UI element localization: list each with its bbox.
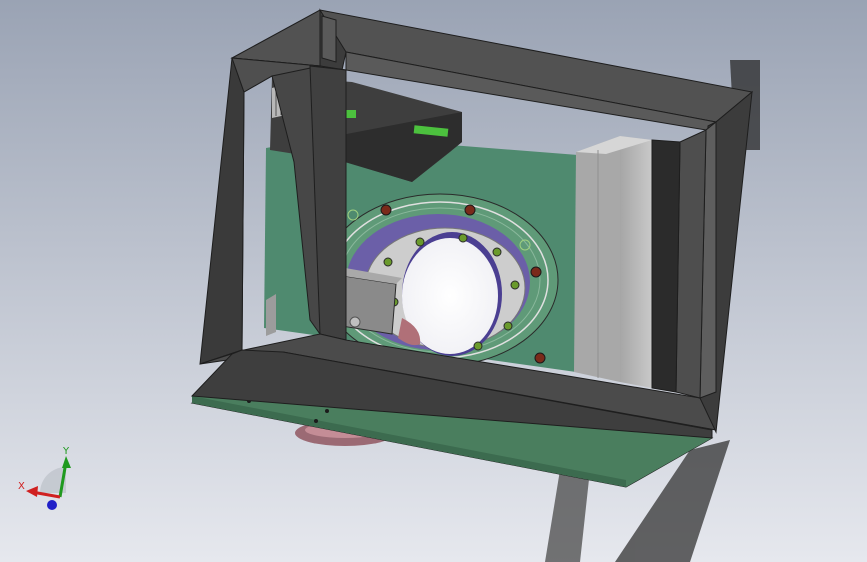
side-bracket: [266, 294, 276, 336]
y-axis-label: Y: [62, 446, 70, 457]
z-axis-arrow: [47, 500, 57, 510]
3d-viewport[interactable]: Y X: [0, 0, 867, 562]
motor-housing: [574, 136, 652, 388]
x-axis-label: X: [18, 481, 25, 492]
viewport-canvas[interactable]: Y X: [0, 0, 867, 562]
